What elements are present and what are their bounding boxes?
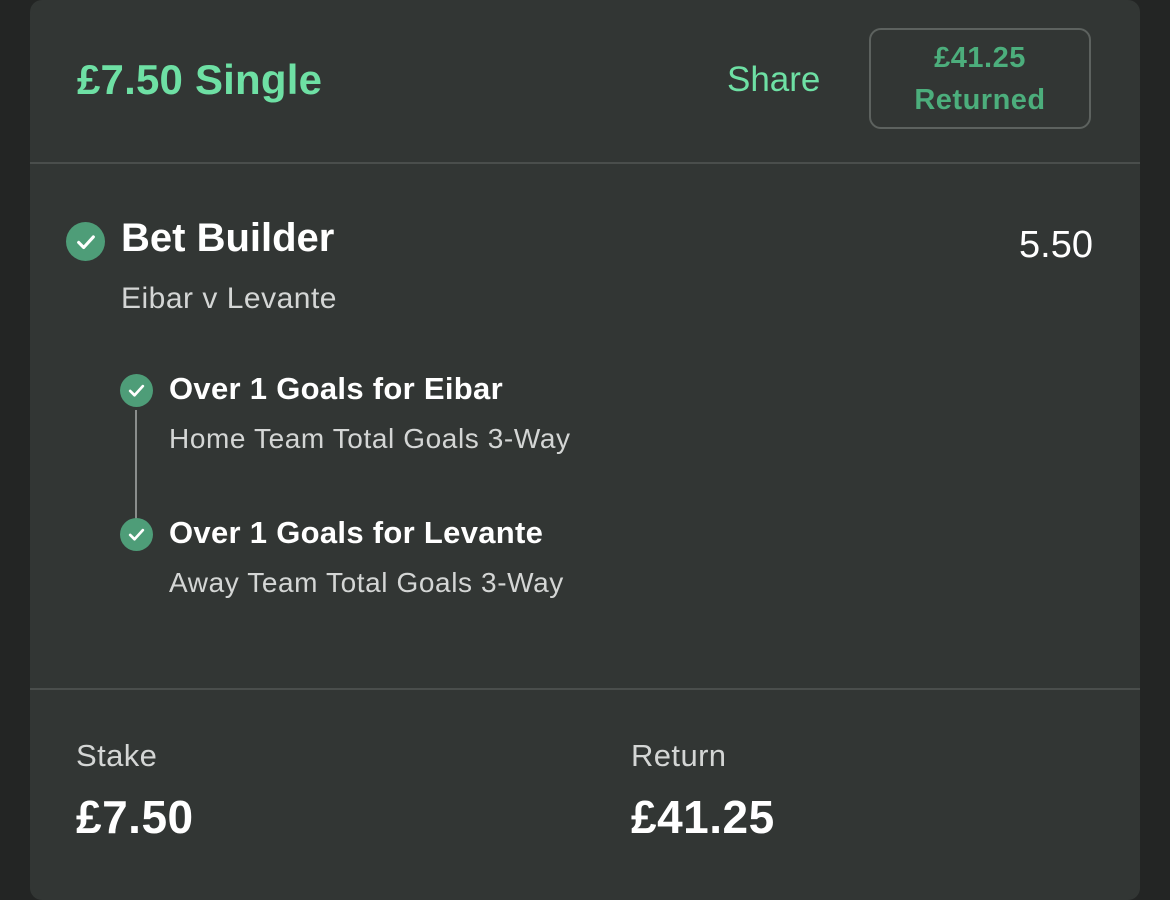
bet-title: £7.50 Single — [77, 56, 323, 103]
bet-header: £7.50 Single Share £41.25 Returned — [30, 0, 1140, 164]
match-name: Eibar v Levante — [121, 282, 337, 315]
leg-market: Home Team Total Goals 3-Way — [169, 423, 571, 454]
leg-title: Over 1 Goals for Eibar — [169, 371, 503, 406]
returned-badge: £41.25 Returned — [869, 28, 1091, 129]
bet-odds: 5.50 — [1019, 224, 1093, 266]
return-label: Return — [631, 738, 727, 773]
leg-market: Away Team Total Goals 3-Way — [169, 567, 564, 598]
share-button[interactable]: Share — [727, 60, 820, 100]
stake-value: £7.50 — [76, 791, 194, 843]
bet-card: £7.50 Single Share £41.25 Returned Bet B… — [30, 0, 1140, 900]
check-circle-icon — [120, 374, 153, 407]
bet-type: Bet Builder — [121, 216, 335, 260]
bet-details: Bet Builder 5.50 Eibar v Levante Over 1 … — [30, 164, 1140, 690]
leg-title: Over 1 Goals for Levante — [169, 515, 544, 550]
check-circle-icon — [120, 518, 153, 551]
returned-amount: £41.25 — [934, 41, 1026, 74]
bet-summary: Stake £7.50 Return £41.25 — [30, 690, 1140, 900]
return-value: £41.25 — [631, 791, 775, 843]
stake-label: Stake — [76, 738, 158, 773]
check-circle-icon — [66, 222, 105, 261]
returned-label: Returned — [914, 83, 1046, 116]
leg-connector-line — [135, 410, 137, 520]
